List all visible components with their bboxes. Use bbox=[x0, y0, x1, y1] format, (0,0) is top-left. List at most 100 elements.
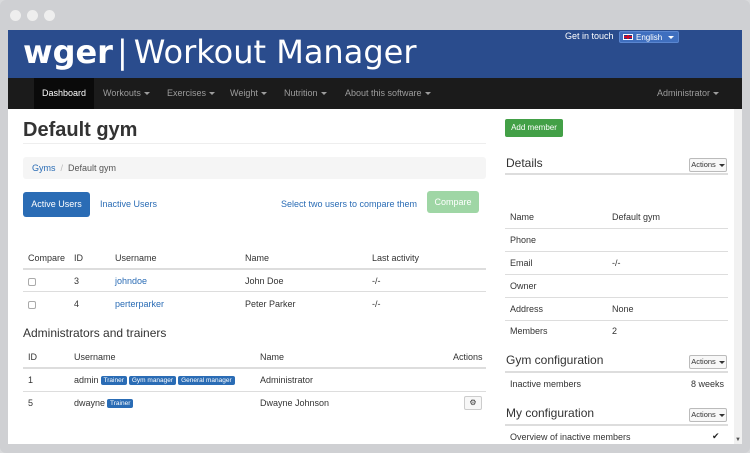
admin-username-cell: admin Trainer Gym manager General manager bbox=[74, 375, 235, 386]
col-actions: Actions bbox=[453, 352, 483, 362]
row-divider bbox=[23, 391, 486, 392]
chevron-down-icon bbox=[718, 360, 725, 364]
nav-nutrition[interactable]: Nutrition bbox=[284, 78, 327, 109]
active-users-tab[interactable]: Active Users bbox=[23, 192, 90, 217]
site-header: wger | Workout Manager Get in touch Englis… bbox=[8, 30, 742, 78]
role-badge: General manager bbox=[178, 376, 235, 386]
admin-username: admin bbox=[74, 375, 99, 385]
admins-section-title: Administrators and trainers bbox=[23, 326, 167, 340]
detail-value: -/- bbox=[612, 258, 621, 268]
uk-flag-icon bbox=[623, 34, 633, 40]
breadcrumb-separator: / bbox=[60, 163, 64, 173]
col-username: Username bbox=[115, 253, 157, 263]
chevron-down-icon bbox=[143, 92, 150, 96]
maximize-window-dot[interactable] bbox=[44, 10, 55, 21]
actions-label: Actions bbox=[691, 160, 716, 169]
scroll-down-icon[interactable]: ▼ bbox=[735, 437, 741, 443]
chevron-down-icon bbox=[718, 163, 725, 167]
vertical-scrollbar[interactable]: ▼ bbox=[734, 109, 742, 444]
page-viewport: wger | Workout Manager Get in touch Englis… bbox=[8, 30, 742, 444]
title-divider bbox=[23, 143, 486, 144]
gym-config-actions-button[interactable]: Actions bbox=[689, 355, 727, 369]
details-actions-button[interactable]: Actions bbox=[689, 158, 727, 172]
nav-exercises[interactable]: Exercises bbox=[167, 78, 216, 109]
role-badge: Trainer bbox=[100, 376, 127, 386]
user-id: 3 bbox=[74, 276, 80, 286]
username-link[interactable]: perterparker bbox=[115, 299, 164, 309]
user-menu[interactable]: Administrator bbox=[657, 78, 720, 109]
my-config-actions-button[interactable]: Actions bbox=[689, 408, 727, 422]
row-divider bbox=[505, 251, 728, 252]
admin-name: Administrator bbox=[260, 375, 314, 385]
actions-label: Actions bbox=[691, 357, 716, 366]
role-badge: Trainer bbox=[107, 399, 134, 409]
close-window-dot[interactable] bbox=[10, 10, 21, 21]
get-in-touch-link[interactable]: Get in touch bbox=[565, 31, 614, 41]
detail-key: Name bbox=[510, 212, 535, 222]
user-fullname: Peter Parker bbox=[245, 299, 296, 309]
inactive-users-tab[interactable]: Inactive Users bbox=[100, 192, 157, 217]
col-name: Name bbox=[245, 253, 270, 263]
chevron-down-icon bbox=[320, 92, 327, 96]
nav-about[interactable]: About this software bbox=[345, 78, 431, 109]
nav-workouts-label: Workouts bbox=[103, 88, 141, 98]
row-divider bbox=[505, 320, 728, 321]
admin-id: 1 bbox=[28, 375, 34, 385]
col-username: Username bbox=[74, 352, 116, 362]
app-name: Workout Manager bbox=[133, 33, 417, 71]
col-compare: Compare bbox=[28, 253, 66, 263]
compare-button[interactable]: Compare bbox=[427, 191, 479, 213]
compare-checkbox[interactable] bbox=[28, 278, 36, 286]
page-title: Default gym bbox=[23, 119, 138, 141]
gym-config-value: 8 weeks bbox=[691, 379, 725, 389]
my-config-title: My configuration bbox=[506, 406, 595, 420]
detail-key: Members bbox=[510, 326, 548, 336]
minimize-window-dot[interactable] bbox=[27, 10, 38, 21]
breadcrumb: Gyms / Default gym bbox=[23, 157, 486, 179]
nav-about-label: About this software bbox=[345, 88, 422, 98]
chevron-down-icon bbox=[718, 413, 725, 417]
detail-value: 2 bbox=[612, 326, 618, 336]
nav-nutrition-label: Nutrition bbox=[284, 88, 318, 98]
gear-icon[interactable]: ⚙ bbox=[464, 396, 482, 410]
detail-key: Owner bbox=[510, 281, 537, 291]
compare-hint-link[interactable]: Select two users to compare them bbox=[281, 199, 417, 209]
detail-key: Phone bbox=[510, 235, 537, 245]
nav-weight-label: Weight bbox=[230, 88, 258, 98]
nav-exercises-label: Exercises bbox=[167, 88, 207, 98]
col-last-activity: Last activity bbox=[372, 253, 420, 263]
user-fullname: John Doe bbox=[245, 276, 284, 286]
breadcrumb-current: Default gym bbox=[68, 163, 117, 173]
detail-key: Email bbox=[510, 258, 533, 268]
compare-checkbox[interactable] bbox=[28, 301, 36, 309]
gym-config-header-divider bbox=[505, 371, 728, 373]
nav-workouts[interactable]: Workouts bbox=[103, 78, 150, 109]
my-config-header-divider bbox=[505, 424, 728, 426]
col-name: Name bbox=[260, 352, 285, 362]
breadcrumb-gyms[interactable]: Gyms bbox=[32, 163, 56, 173]
table-header-divider bbox=[23, 268, 486, 270]
admin-id: 5 bbox=[28, 398, 34, 408]
admin-username: dwayne bbox=[74, 398, 106, 408]
row-divider bbox=[505, 297, 728, 298]
main-navbar: Dashboard Workouts Exercises Weight Nutr… bbox=[8, 78, 742, 109]
details-title: Details bbox=[506, 156, 543, 170]
details-header-divider bbox=[505, 173, 728, 175]
language-selector[interactable]: English bbox=[619, 31, 680, 43]
brand-name: wger bbox=[23, 33, 113, 71]
table-header-divider bbox=[23, 367, 486, 369]
detail-key: Address bbox=[510, 304, 544, 314]
user-id: 4 bbox=[74, 299, 80, 309]
add-member-button[interactable]: Add member bbox=[505, 119, 563, 137]
user-menu-label: Administrator bbox=[657, 88, 711, 98]
nav-dashboard[interactable]: Dashboard bbox=[34, 78, 95, 109]
chevron-down-icon bbox=[668, 35, 675, 39]
admin-username-cell: dwayne Trainer bbox=[74, 398, 134, 409]
row-divider bbox=[505, 274, 728, 275]
nav-weight[interactable]: Weight bbox=[230, 78, 267, 109]
gym-config-key: Inactive members bbox=[510, 379, 582, 389]
detail-value: None bbox=[612, 304, 634, 314]
username-link[interactable]: johndoe bbox=[115, 276, 147, 286]
language-label: English bbox=[636, 32, 663, 42]
site-logo[interactable]: wger | Workout Manager bbox=[23, 32, 416, 72]
